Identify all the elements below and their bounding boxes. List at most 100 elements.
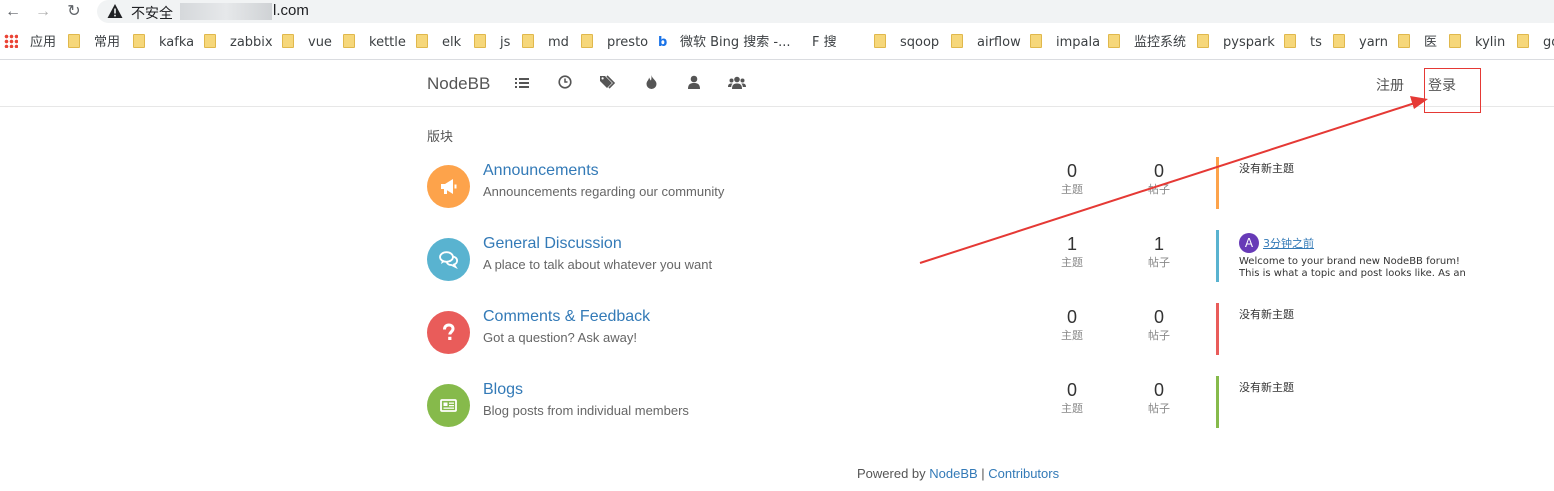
footer-contributors-link[interactable]: Contributors — [988, 466, 1059, 481]
user-icon[interactable] — [684, 74, 704, 94]
folder-icon — [581, 34, 593, 48]
bookmark-item[interactable]: zabbix — [204, 34, 273, 52]
bookmark-item[interactable]: js — [474, 34, 510, 52]
post-count-label: 帖子 — [1148, 256, 1170, 269]
reload-icon[interactable]: ↻ — [63, 1, 85, 23]
section-title: 版块 — [427, 130, 454, 145]
folder-icon — [474, 34, 486, 48]
bookmark-item[interactable]: vue — [282, 34, 332, 52]
folder-icon — [133, 34, 145, 48]
bookmark-item[interactable]: airflow — [951, 34, 1021, 52]
tags-icon[interactable] — [598, 74, 618, 94]
bookmark-item[interactable]: yarn — [1333, 34, 1388, 52]
bookmark-label: impala — [1056, 35, 1101, 50]
register-link[interactable]: 注册 — [1376, 75, 1404, 95]
bookmark-item[interactable]: kylin — [1449, 34, 1505, 52]
bookmark-label: elk — [442, 35, 462, 50]
bookmark-item[interactable]: md — [522, 34, 569, 52]
folder-icon — [1333, 34, 1345, 48]
bookmark-label: 医 — [1424, 35, 1438, 50]
browser-toolbar: ← → ↻ 不安全 l.com — [0, 0, 1554, 25]
bookmark-label: F 搜 — [812, 35, 837, 50]
bullhorn-icon[interactable] — [427, 165, 470, 208]
post-count: 0 帖子 — [1129, 160, 1189, 198]
category-title-link[interactable]: Comments & Feedback — [483, 308, 650, 326]
annotation-highlight-box — [1424, 68, 1481, 113]
folder-icon — [1517, 34, 1529, 48]
bookmark-item[interactable]: 常用 — [68, 34, 120, 52]
question-icon[interactable] — [427, 311, 470, 354]
folder-icon — [1284, 34, 1296, 48]
bookmark-item[interactable]: presto — [581, 34, 648, 52]
bookmark-label: sqoop — [900, 35, 940, 50]
bookmark-label: kylin — [1475, 35, 1506, 50]
url-redacted — [180, 3, 272, 20]
bookmark-item[interactable]: kettle — [343, 34, 406, 52]
category-description: Blog posts from individual members — [483, 403, 689, 418]
bookmark-label: 微软 Bing 搜索 -... — [680, 35, 791, 50]
folder-icon — [416, 34, 428, 48]
bookmark-item[interactable]: 应用 — [4, 34, 56, 52]
bookmark-label: ts — [1310, 35, 1322, 50]
teaser-timestamp-link[interactable]: 3分钟之前 — [1263, 237, 1314, 250]
bookmark-item[interactable]: go — [1517, 34, 1554, 52]
insecure-label: 不安全 — [131, 6, 173, 22]
bookmark-item[interactable]: ts — [1284, 34, 1322, 52]
category-row: Comments & Feedback Got a question? Ask a… — [427, 303, 1457, 366]
bookmark-item[interactable]: F 搜 — [812, 34, 837, 52]
post-count-label: 帖子 — [1148, 329, 1170, 342]
post-count-value: 0 — [1153, 380, 1164, 400]
teaser-line-1: Welcome to your brand new NodeBB forum! — [1239, 256, 1460, 267]
bookmark-item[interactable]: impala — [1030, 34, 1100, 52]
category-description: A place to talk about whatever you want — [483, 257, 713, 272]
post-count-value: 1 — [1153, 234, 1164, 254]
comments-icon[interactable] — [427, 238, 470, 281]
bookmark-item[interactable]: b 微软 Bing 搜索 -... — [658, 34, 791, 52]
avatar[interactable]: A — [1239, 233, 1259, 253]
url-text: l.com — [273, 2, 309, 19]
bookmark-label: 监控系统 — [1134, 35, 1187, 50]
newspaper-icon[interactable] — [427, 384, 470, 427]
recent-clock-icon[interactable] — [555, 74, 575, 94]
post-count: 0 帖子 — [1129, 379, 1189, 417]
topic-count-value: 1 — [1066, 234, 1077, 254]
category-row: Blogs Blog posts from individual members 0… — [427, 376, 1457, 439]
forward-arrow-icon[interactable]: → — [32, 1, 54, 23]
categories-list-icon[interactable] — [512, 74, 532, 94]
no-new-topics-text: 没有新主题 — [1239, 308, 1294, 321]
latest-post-teaser[interactable]: A 3分钟之前 Welcome to your brand new NodeBB f… — [1239, 233, 1469, 280]
folder-icon — [1449, 34, 1461, 48]
folder-icon — [874, 34, 886, 48]
bookmark-item[interactable]: 监控系统 — [1108, 34, 1186, 52]
bookmark-label: kettle — [369, 35, 406, 50]
folder-icon — [282, 34, 294, 48]
topic-count-value: 0 — [1066, 307, 1077, 327]
bookmark-label: 应用 — [30, 35, 57, 50]
bookmark-item[interactable]: kafka — [133, 34, 194, 52]
folder-icon — [1108, 34, 1120, 48]
bookmark-label: yarn — [1359, 35, 1389, 50]
bookmark-label: zabbix — [230, 35, 273, 50]
category-row: Announcements Announcements regarding our… — [427, 157, 1457, 220]
address-bar[interactable]: 不安全 l.com — [97, 0, 1554, 23]
site-header: NodeBB 注册 登录 — [0, 61, 1554, 107]
folder-icon — [204, 34, 216, 48]
bookmark-item[interactable]: pyspark — [1197, 34, 1275, 52]
footer-nodebb-link[interactable]: NodeBB — [929, 466, 977, 481]
category-title-link[interactable]: Announcements — [483, 162, 599, 180]
category-title-link[interactable]: General Discussion — [483, 235, 622, 253]
groups-icon[interactable] — [727, 74, 747, 94]
teaser-color-bar — [1216, 157, 1219, 209]
topic-count-value: 0 — [1066, 380, 1077, 400]
brand-link[interactable]: NodeBB — [427, 74, 490, 94]
back-arrow-icon[interactable]: ← — [2, 1, 24, 23]
bookmark-item[interactable]: sqoop — [874, 34, 939, 52]
bookmark-item[interactable]: 医 — [1398, 34, 1437, 52]
category-title-link[interactable]: Blogs — [483, 381, 523, 399]
bookmark-label: presto — [607, 35, 649, 50]
post-count-label: 帖子 — [1148, 183, 1170, 196]
no-new-topics-text: 没有新主题 — [1239, 162, 1294, 175]
popular-fire-icon[interactable] — [641, 74, 661, 94]
folder-icon — [1398, 34, 1410, 48]
bookmark-item[interactable]: elk — [416, 34, 461, 52]
